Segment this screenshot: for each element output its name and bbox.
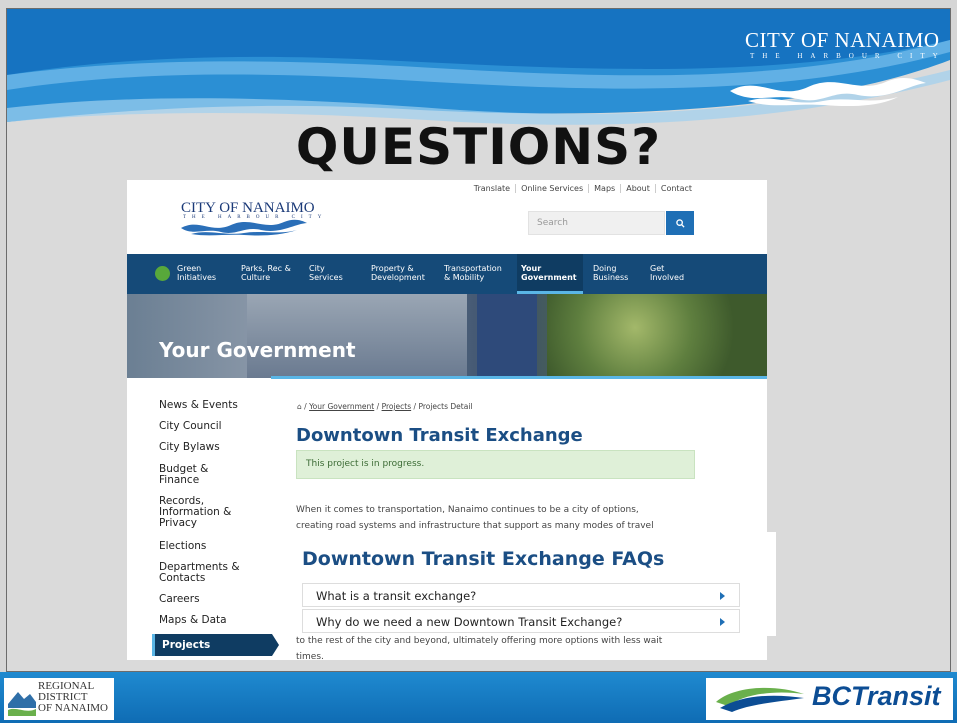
nav-property-development[interactable]: Property & Development <box>371 264 425 282</box>
nav-label-line: Property & <box>371 264 414 273</box>
breadcrumb-separator: / <box>413 402 417 411</box>
faq-question: Why do we need a new Downtown Transit Ex… <box>316 615 623 629</box>
faq-title: Downtown Transit Exchange FAQs <box>302 548 665 570</box>
sidebar-item-city-bylaws[interactable]: City Bylaws <box>159 442 220 453</box>
hero-building-image <box>477 294 537 378</box>
breadcrumb-current: Projects Detail <box>418 402 473 411</box>
sidebar-active-arrow <box>272 634 279 656</box>
intro-paragraph: When it comes to transportation, Nanaimo… <box>296 502 676 534</box>
bctransit-swoosh-icon <box>716 687 804 712</box>
hero-accent-bar <box>271 376 767 379</box>
hero-trees-image <box>547 294 767 378</box>
utility-links: Translate Online Services Maps About Con… <box>469 184 697 193</box>
breadcrumb-separator: / <box>376 402 380 411</box>
nav-label-line: Culture <box>241 273 271 282</box>
link-online-services[interactable]: Online Services <box>515 184 588 193</box>
search-icon <box>675 218 685 228</box>
nav-label-line: Services <box>309 273 343 282</box>
nav-label-line: City <box>309 264 325 273</box>
hero-banner: Your Government <box>127 294 767 378</box>
sidebar-label-line: Contacts <box>159 572 206 584</box>
nav-label-line: Initiatives <box>177 273 217 282</box>
bctransit-logo-text: BCTransit <box>812 681 941 711</box>
chevron-right-icon <box>720 618 725 626</box>
sidebar-item-projects[interactable]: Projects <box>152 634 272 656</box>
rdn-logo-text: REGIONAL DISTRICT OF NANAIMO <box>38 681 108 714</box>
nav-label-line: & Mobility <box>444 273 485 282</box>
search-input[interactable]: Search <box>528 211 665 235</box>
nav-transportation-mobility[interactable]: Transportation & Mobility <box>444 264 502 282</box>
slide-city-logo-name: CITY OF NANAIMO <box>745 28 940 52</box>
nav-your-government[interactable]: Your Government <box>517 254 583 294</box>
nav-label-line: Parks, Rec & <box>241 264 291 273</box>
nav-label-line: Government <box>521 273 577 282</box>
link-contact[interactable]: Contact <box>654 184 697 193</box>
sidebar-item-careers[interactable]: Careers <box>159 594 200 605</box>
paragraph-line: to the rest of the city and beyond, ulti… <box>296 636 663 646</box>
nav-label-line: Development <box>371 273 425 282</box>
nav-green-initiatives[interactable]: Green Initiatives <box>177 264 216 282</box>
site-logo-wave-icon <box>181 219 307 236</box>
home-icon[interactable]: ⌂ <box>297 402 302 411</box>
nav-label-line: Involved <box>650 273 685 282</box>
nav-label-line: Transportation <box>444 264 502 273</box>
faq-question: What is a transit exchange? <box>316 589 477 603</box>
nav-get-involved[interactable]: Get Involved <box>650 264 684 282</box>
site-header: CITY OF NANAIMO THE HARBOUR CITY Transla… <box>127 180 767 254</box>
nav-label-line: Doing <box>593 264 617 273</box>
tail-paragraph: to the rest of the city and beyond, ulti… <box>296 633 706 665</box>
paragraph-line: times. <box>296 652 324 662</box>
hero-building-image <box>247 294 467 378</box>
nav-label-line: Green <box>177 264 202 273</box>
sidebar-item-city-council[interactable]: City Council <box>159 421 222 432</box>
sidebar-item-elections[interactable]: Elections <box>159 541 206 552</box>
main-nav: Green Initiatives Parks, Rec & Culture Cit… <box>127 254 767 294</box>
link-about[interactable]: About <box>620 184 655 193</box>
link-maps[interactable]: Maps <box>588 184 620 193</box>
breadcrumb: ⌂ / Your Government / Projects / Project… <box>297 402 473 411</box>
search-button[interactable] <box>666 211 694 235</box>
rdn-line: OF NANAIMO <box>38 702 108 714</box>
status-alert: This project is in progress. <box>296 450 695 479</box>
slide-title: QUESTIONS? <box>295 118 662 176</box>
sidebar-item-departments-contacts[interactable]: Departments & Contacts <box>159 562 240 584</box>
breadcrumb-your-government[interactable]: Your Government <box>309 402 374 411</box>
sidebar-item-maps-data[interactable]: Maps & Data <box>159 615 227 626</box>
nav-city-services[interactable]: City Services <box>309 264 343 282</box>
sidebar-item-news-events[interactable]: News & Events <box>159 400 238 411</box>
faq-item[interactable]: What is a transit exchange? <box>302 583 740 607</box>
nav-label-line: Get <box>650 264 665 273</box>
hero-title: Your Government <box>159 338 356 362</box>
city-wave-logo-icon <box>730 77 926 107</box>
nav-doing-business[interactable]: Doing Business <box>593 264 628 282</box>
sidebar-label-line: Privacy <box>159 517 198 529</box>
globe-leaf-icon <box>155 266 170 281</box>
breadcrumb-separator: / <box>304 402 307 411</box>
rdn-mountain-icon <box>8 692 36 716</box>
nav-parks-rec-culture[interactable]: Parks, Rec & Culture <box>241 264 291 282</box>
sidebar-label-line: Finance <box>159 474 200 486</box>
paragraph-line: When it comes to transportation, Nanaimo… <box>296 505 639 515</box>
page-title: Downtown Transit Exchange <box>296 425 583 446</box>
chevron-right-icon <box>720 592 725 600</box>
faq-item[interactable]: Why do we need a new Downtown Transit Ex… <box>302 609 740 633</box>
nav-label-line: Your <box>521 264 542 273</box>
link-translate[interactable]: Translate <box>469 184 515 193</box>
breadcrumb-projects[interactable]: Projects <box>382 402 412 411</box>
sidebar-item-budget-finance[interactable]: Budget & Finance <box>159 464 208 486</box>
nav-label-line: Business <box>593 273 629 282</box>
sidebar-item-records[interactable]: Records, Information & Privacy <box>159 496 231 529</box>
